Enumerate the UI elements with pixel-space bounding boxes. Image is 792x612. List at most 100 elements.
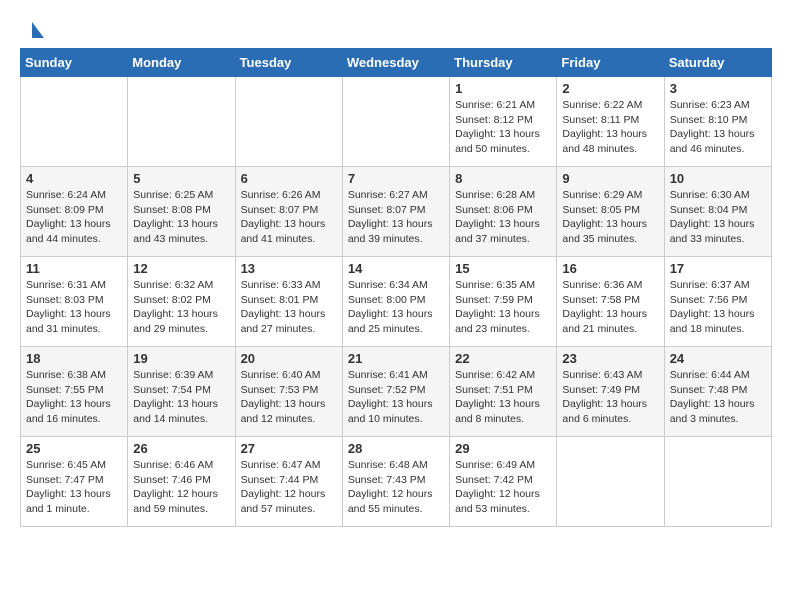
- day-number: 19: [133, 351, 229, 366]
- page-header: [20, 16, 772, 42]
- calendar-cell: [235, 77, 342, 167]
- day-info: Sunrise: 6:37 AMSunset: 7:56 PMDaylight:…: [670, 278, 766, 337]
- weekday-header-thursday: Thursday: [450, 49, 557, 77]
- day-number: 9: [562, 171, 658, 186]
- calendar-cell: 16 Sunrise: 6:36 AMSunset: 7:58 PMDayligh…: [557, 257, 664, 347]
- day-info: Sunrise: 6:41 AMSunset: 7:52 PMDaylight:…: [348, 368, 444, 427]
- calendar-cell: 29 Sunrise: 6:49 AMSunset: 7:42 PMDayligh…: [450, 437, 557, 527]
- day-number: 10: [670, 171, 766, 186]
- calendar-cell: [557, 437, 664, 527]
- calendar-cell: 20 Sunrise: 6:40 AMSunset: 7:53 PMDayligh…: [235, 347, 342, 437]
- weekday-header-saturday: Saturday: [664, 49, 771, 77]
- day-info: Sunrise: 6:49 AMSunset: 7:42 PMDaylight:…: [455, 458, 551, 517]
- day-info: Sunrise: 6:35 AMSunset: 7:59 PMDaylight:…: [455, 278, 551, 337]
- day-info: Sunrise: 6:26 AMSunset: 8:07 PMDaylight:…: [241, 188, 337, 247]
- calendar-cell: [128, 77, 235, 167]
- day-number: 14: [348, 261, 444, 276]
- day-info: Sunrise: 6:22 AMSunset: 8:11 PMDaylight:…: [562, 98, 658, 157]
- calendar-cell: 5 Sunrise: 6:25 AMSunset: 8:08 PMDaylight…: [128, 167, 235, 257]
- day-info: Sunrise: 6:48 AMSunset: 7:43 PMDaylight:…: [348, 458, 444, 517]
- weekday-header-friday: Friday: [557, 49, 664, 77]
- calendar-cell: 10 Sunrise: 6:30 AMSunset: 8:04 PMDayligh…: [664, 167, 771, 257]
- day-info: Sunrise: 6:24 AMSunset: 8:09 PMDaylight:…: [26, 188, 122, 247]
- day-number: 26: [133, 441, 229, 456]
- day-number: 23: [562, 351, 658, 366]
- calendar-cell: 28 Sunrise: 6:48 AMSunset: 7:43 PMDayligh…: [342, 437, 449, 527]
- calendar-cell: 25Sunrise: 6:45 AMSunset: 7:47 PMDayligh…: [21, 437, 128, 527]
- day-number: 20: [241, 351, 337, 366]
- day-number: 13: [241, 261, 337, 276]
- day-number: 21: [348, 351, 444, 366]
- calendar-cell: 11 Sunrise: 6:31 AMSunset: 8:03 PMDayligh…: [21, 257, 128, 347]
- weekday-header-wednesday: Wednesday: [342, 49, 449, 77]
- day-info: Sunrise: 6:46 AMSunset: 7:46 PMDaylight:…: [133, 458, 229, 517]
- day-info: Sunrise: 6:31 AMSunset: 8:03 PMDaylight:…: [26, 278, 122, 337]
- day-info: Sunrise: 6:28 AMSunset: 8:06 PMDaylight:…: [455, 188, 551, 247]
- calendar-cell: 2 Sunrise: 6:22 AMSunset: 8:11 PMDaylight…: [557, 77, 664, 167]
- calendar-cell: 8 Sunrise: 6:28 AMSunset: 8:06 PMDaylight…: [450, 167, 557, 257]
- calendar-cell: [342, 77, 449, 167]
- day-number: 11: [26, 261, 122, 276]
- day-number: 17: [670, 261, 766, 276]
- day-info: Sunrise: 6:43 AMSunset: 7:49 PMDaylight:…: [562, 368, 658, 427]
- day-number: 1: [455, 81, 551, 96]
- day-number: 24: [670, 351, 766, 366]
- calendar-cell: 24 Sunrise: 6:44 AMSunset: 7:48 PMDayligh…: [664, 347, 771, 437]
- day-number: 22: [455, 351, 551, 366]
- day-info: Sunrise: 6:38 AMSunset: 7:55 PMDaylight:…: [26, 368, 122, 427]
- day-info: Sunrise: 6:34 AMSunset: 8:00 PMDaylight:…: [348, 278, 444, 337]
- day-info: Sunrise: 6:29 AMSunset: 8:05 PMDaylight:…: [562, 188, 658, 247]
- day-number: 29: [455, 441, 551, 456]
- day-number: 25: [26, 441, 122, 456]
- calendar-cell: 4 Sunrise: 6:24 AMSunset: 8:09 PMDaylight…: [21, 167, 128, 257]
- day-number: 7: [348, 171, 444, 186]
- calendar-week-row: 11 Sunrise: 6:31 AMSunset: 8:03 PMDayligh…: [21, 257, 772, 347]
- day-number: 18: [26, 351, 122, 366]
- calendar-week-row: 1 Sunrise: 6:21 AMSunset: 8:12 PMDaylight…: [21, 77, 772, 167]
- weekday-header-sunday: Sunday: [21, 49, 128, 77]
- calendar-week-row: 4 Sunrise: 6:24 AMSunset: 8:09 PMDaylight…: [21, 167, 772, 257]
- calendar-cell: 14 Sunrise: 6:34 AMSunset: 8:00 PMDayligh…: [342, 257, 449, 347]
- calendar-cell: 6 Sunrise: 6:26 AMSunset: 8:07 PMDaylight…: [235, 167, 342, 257]
- day-info: Sunrise: 6:40 AMSunset: 7:53 PMDaylight:…: [241, 368, 337, 427]
- day-info: Sunrise: 6:30 AMSunset: 8:04 PMDaylight:…: [670, 188, 766, 247]
- calendar-cell: 13Sunrise: 6:33 AMSunset: 8:01 PMDayligh…: [235, 257, 342, 347]
- calendar-cell: 27Sunrise: 6:47 AMSunset: 7:44 PMDayligh…: [235, 437, 342, 527]
- calendar-cell: 9 Sunrise: 6:29 AMSunset: 8:05 PMDaylight…: [557, 167, 664, 257]
- day-info: Sunrise: 6:32 AMSunset: 8:02 PMDaylight:…: [133, 278, 229, 337]
- day-info: Sunrise: 6:25 AMSunset: 8:08 PMDaylight:…: [133, 188, 229, 247]
- calendar-cell: 1 Sunrise: 6:21 AMSunset: 8:12 PMDaylight…: [450, 77, 557, 167]
- calendar-week-row: 18 Sunrise: 6:38 AMSunset: 7:55 PMDayligh…: [21, 347, 772, 437]
- day-number: 2: [562, 81, 658, 96]
- day-number: 4: [26, 171, 122, 186]
- day-number: 3: [670, 81, 766, 96]
- day-number: 8: [455, 171, 551, 186]
- calendar-cell: 12 Sunrise: 6:32 AMSunset: 8:02 PMDayligh…: [128, 257, 235, 347]
- calendar-week-row: 25Sunrise: 6:45 AMSunset: 7:47 PMDayligh…: [21, 437, 772, 527]
- day-info: Sunrise: 6:42 AMSunset: 7:51 PMDaylight:…: [455, 368, 551, 427]
- calendar-cell: [21, 77, 128, 167]
- calendar-cell: 18 Sunrise: 6:38 AMSunset: 7:55 PMDayligh…: [21, 347, 128, 437]
- day-number: 15: [455, 261, 551, 276]
- calendar-cell: 21 Sunrise: 6:41 AMSunset: 7:52 PMDayligh…: [342, 347, 449, 437]
- calendar-cell: 23 Sunrise: 6:43 AMSunset: 7:49 PMDayligh…: [557, 347, 664, 437]
- weekday-header-tuesday: Tuesday: [235, 49, 342, 77]
- calendar-cell: 15 Sunrise: 6:35 AMSunset: 7:59 PMDayligh…: [450, 257, 557, 347]
- logo: [20, 20, 46, 42]
- day-number: 12: [133, 261, 229, 276]
- day-number: 6: [241, 171, 337, 186]
- weekday-header-monday: Monday: [128, 49, 235, 77]
- logo-icon: [24, 20, 46, 42]
- day-number: 16: [562, 261, 658, 276]
- day-number: 28: [348, 441, 444, 456]
- day-info: Sunrise: 6:23 AMSunset: 8:10 PMDaylight:…: [670, 98, 766, 157]
- day-info: Sunrise: 6:21 AMSunset: 8:12 PMDaylight:…: [455, 98, 551, 157]
- calendar-cell: 22 Sunrise: 6:42 AMSunset: 7:51 PMDayligh…: [450, 347, 557, 437]
- calendar-cell: 7Sunrise: 6:27 AMSunset: 8:07 PMDaylight…: [342, 167, 449, 257]
- day-info: Sunrise: 6:44 AMSunset: 7:48 PMDaylight:…: [670, 368, 766, 427]
- day-info: Sunrise: 6:36 AMSunset: 7:58 PMDaylight:…: [562, 278, 658, 337]
- calendar-cell: 26 Sunrise: 6:46 AMSunset: 7:46 PMDayligh…: [128, 437, 235, 527]
- calendar-table: SundayMondayTuesdayWednesdayThursdayFrid…: [20, 48, 772, 527]
- day-number: 5: [133, 171, 229, 186]
- calendar-cell: 3 Sunrise: 6:23 AMSunset: 8:10 PMDaylight…: [664, 77, 771, 167]
